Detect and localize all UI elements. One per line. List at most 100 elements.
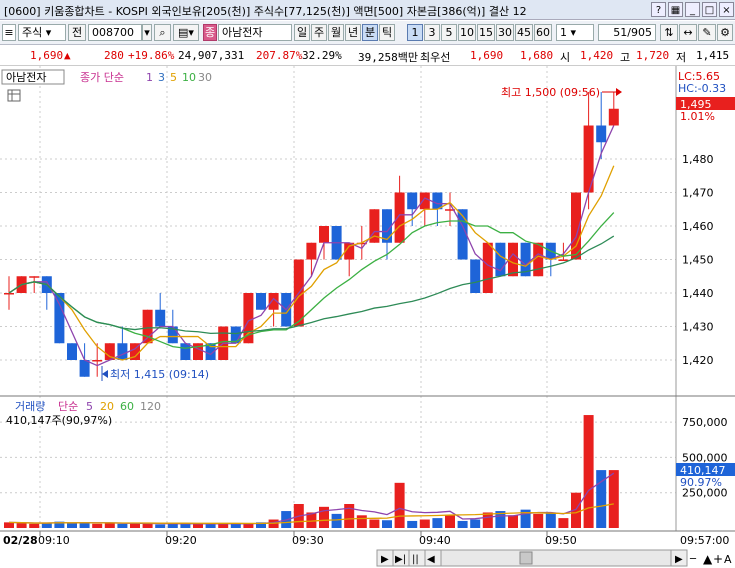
time-tick-label: 09:30 — [292, 534, 324, 547]
interval-45[interactable]: 45 — [515, 24, 533, 41]
title-bar: [0600] 키움종합차트 - KOSPI 외국인보유[205(천)] 주식수[… — [0, 0, 735, 20]
volume-bar — [92, 523, 103, 528]
ma-period-30: 30 — [198, 71, 212, 84]
interval-1[interactable]: 1 — [407, 24, 423, 41]
volume-bar — [457, 520, 468, 528]
best-quote-label: 최우선 — [420, 51, 451, 64]
candle — [482, 242, 493, 293]
interval-10[interactable]: 10 — [458, 24, 476, 41]
tab-week[interactable]: 주 — [311, 24, 327, 41]
volume-ma-60: 60 — [120, 400, 134, 413]
stock-label: 아남전자 — [6, 71, 46, 84]
navigation-controls: ▶ ▶| || ◀ ▶ ─ ▲ + A — [376, 549, 732, 567]
volume-ma-label: 단순 — [58, 400, 78, 413]
volume-tick-label: 500,000 — [682, 451, 728, 464]
high-annotation: 최고 1,500 (09:56) — [501, 86, 600, 99]
volume-bar — [583, 415, 594, 528]
volume-bar — [432, 518, 443, 528]
auto-icon[interactable]: A — [724, 553, 732, 566]
volume-rate: 207.87% — [256, 49, 303, 62]
interval-30[interactable]: 30 — [496, 24, 514, 41]
open-price: 1,420 — [580, 49, 614, 62]
date-label: 02/28 — [3, 534, 38, 547]
stock-type-badge: 종 — [203, 24, 217, 41]
candle — [394, 192, 405, 243]
svg-text:▶: ▶ — [381, 554, 389, 565]
tab-year[interactable]: 년 — [345, 24, 361, 41]
svg-text:◀: ◀ — [427, 554, 435, 565]
volume-bar — [16, 523, 27, 528]
candle — [4, 293, 14, 295]
close-icon[interactable]: × — [719, 2, 734, 17]
indicator-icon[interactable]: ⇅ — [660, 24, 678, 41]
window-title: [0600] 키움종합차트 - KOSPI 외국인보유[205(천)] 주식수[… — [4, 5, 527, 18]
compress-icon[interactable]: ↔ — [679, 24, 697, 41]
stock-name: 아남전자 — [218, 24, 292, 41]
layout-icon[interactable]: ▦ — [668, 2, 683, 17]
low-label: 저 — [676, 51, 687, 64]
interval-select[interactable]: 1 ▾ — [556, 24, 594, 41]
candle — [306, 242, 317, 260]
candle — [180, 343, 191, 360]
volume-bar — [4, 522, 14, 528]
volume-bar — [558, 518, 569, 528]
volume-bar — [470, 519, 481, 528]
prev-button[interactable]: 전 — [68, 24, 86, 41]
interval-60[interactable]: 60 — [534, 24, 552, 41]
candle — [29, 276, 40, 278]
candle — [419, 192, 430, 210]
data-table-icon[interactable] — [7, 89, 21, 102]
interval-3[interactable]: 3 — [424, 24, 440, 41]
volume-bar — [369, 519, 380, 528]
time-end-label: 09:57:00 — [680, 534, 729, 547]
change-percent: +19.86% — [128, 49, 175, 62]
menu-icon[interactable]: ≡ — [2, 24, 16, 41]
volume-ma-120: 120 — [140, 400, 161, 413]
candle — [608, 108, 619, 126]
quote-bar: 1,690 ▲ 280 +19.86% 24,907,331 207.87% 3… — [0, 46, 735, 66]
ma-label: 종가 단순 — [80, 71, 124, 84]
tab-minute[interactable]: 분 — [362, 24, 378, 41]
tab-month[interactable]: 월 — [328, 24, 344, 41]
code-dropdown-icon[interactable]: ▾ — [142, 24, 152, 41]
tab-day[interactable]: 일 — [294, 24, 310, 41]
tab-tick[interactable]: 틱 — [379, 24, 395, 41]
market-select[interactable]: 주식 ▾ — [18, 24, 66, 41]
volume-bar — [533, 513, 544, 528]
toolbar: ≡ 주식 ▾ 전 008700 ▾ ⌕ ▤▾ 종 아남전자 일 주 월 년 분 … — [0, 21, 735, 45]
scrollbar-track[interactable] — [440, 549, 672, 567]
candle — [79, 360, 90, 377]
volume-bar — [545, 512, 556, 528]
minimize-icon[interactable]: _ — [685, 2, 700, 17]
chart-type-icon[interactable]: ▤▾ — [173, 24, 199, 41]
scrollbar-thumb[interactable] — [519, 551, 533, 565]
interval-15[interactable]: 15 — [477, 24, 495, 41]
price-tick-label: 1,480 — [682, 153, 714, 166]
volume-bar — [205, 524, 216, 528]
zoom-out-icon[interactable]: ─ — [689, 554, 697, 565]
volume-ma-5: 5 — [86, 400, 93, 413]
low-price: 1,415 — [696, 49, 730, 62]
maximize-icon[interactable]: □ — [702, 2, 717, 17]
trade-amount: 39,258백만 — [358, 51, 418, 64]
up-arrow-icon: ▲ — [64, 49, 71, 62]
zoom-reset-icon[interactable]: ▲ — [703, 552, 713, 566]
volume-total: 24,907,331 — [178, 49, 245, 62]
zoom-in-icon[interactable]: + — [713, 552, 723, 566]
current-pct-text: 1.01% — [680, 110, 715, 123]
candle — [230, 326, 241, 344]
candle — [67, 343, 77, 360]
help-icon[interactable]: ? — [651, 2, 666, 17]
settings-icon[interactable]: ⚙ — [717, 24, 733, 41]
bid-price: 1,690 — [470, 49, 504, 62]
price-change: 280 — [104, 49, 124, 62]
search-icon[interactable]: ⌕ — [154, 24, 171, 41]
candle — [319, 226, 329, 243]
pin-icon[interactable]: ✎ — [698, 24, 716, 41]
volume-bar — [67, 523, 77, 528]
chart-area[interactable]: 1,4201,4301,4401,4501,4601,4701,480 250,… — [0, 66, 735, 568]
stock-code-input[interactable]: 008700 — [88, 24, 142, 41]
volume-bar — [29, 523, 40, 528]
interval-5[interactable]: 5 — [441, 24, 457, 41]
volume-bar — [608, 470, 619, 528]
